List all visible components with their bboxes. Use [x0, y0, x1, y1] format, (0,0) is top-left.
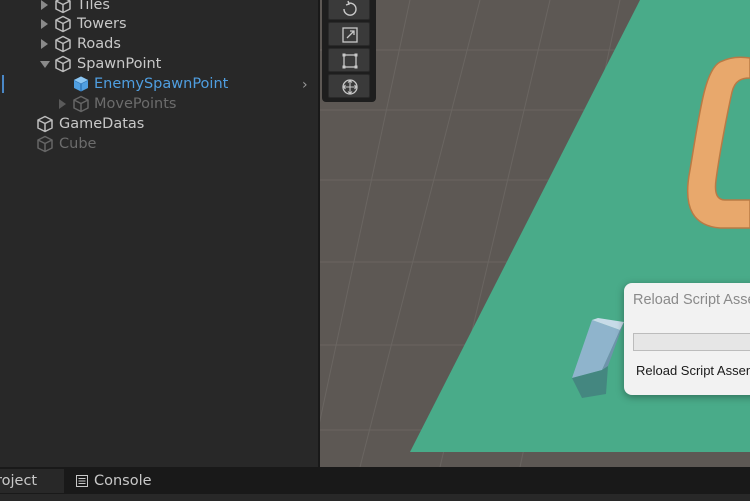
console-icon	[76, 475, 88, 487]
hierarchy-item-label: MovePoints	[94, 96, 177, 112]
gameobject-icon	[37, 115, 53, 133]
bottom-panel-body	[0, 494, 750, 501]
hierarchy-item-label: Tiles	[77, 0, 110, 13]
gameobject-icon	[73, 95, 89, 113]
dialog-status-text: Reload Script Assem	[636, 363, 750, 378]
hierarchy-item-roads[interactable]: Roads	[0, 34, 318, 54]
fold-closed-icon[interactable]	[41, 0, 48, 10]
tab-project-label: roject	[0, 473, 38, 489]
fold-closed-icon[interactable]	[59, 99, 66, 109]
chevron-right-icon[interactable]: ›	[302, 77, 308, 93]
transform-tool-button[interactable]	[328, 74, 370, 98]
hierarchy-item-label: EnemySpawnPoint	[94, 76, 229, 92]
hierarchy-item-movepoints[interactable]: MovePoints	[0, 94, 318, 114]
tab-console[interactable]: Console	[66, 469, 176, 493]
scene-view[interactable]	[320, 0, 750, 467]
transform-icon	[342, 79, 358, 95]
scale-icon	[342, 27, 358, 43]
hierarchy-item-cube[interactable]: Cube	[0, 134, 318, 154]
fold-closed-icon[interactable]	[41, 39, 48, 49]
rect-tool-button[interactable]	[328, 48, 370, 72]
hierarchy-item-label: GameDatas	[59, 116, 145, 132]
gameobject-icon	[55, 35, 71, 53]
gameobject-icon	[55, 15, 71, 33]
scale-tool-button[interactable]	[328, 22, 370, 46]
progress-bar	[633, 333, 750, 351]
gameobject-icon	[55, 0, 71, 14]
hierarchy-panel: Tiles Towers Roads SpawnPoint EnemySpawn…	[0, 0, 318, 467]
fold-closed-icon[interactable]	[41, 19, 48, 29]
hierarchy-item-tiles[interactable]: Tiles	[0, 0, 318, 15]
hierarchy-item-gamedatas[interactable]: GameDatas	[0, 114, 318, 134]
tab-project[interactable]: roject	[0, 469, 64, 493]
rotate-icon	[343, 0, 357, 16]
hierarchy-item-spawnpoint[interactable]: SpawnPoint	[0, 54, 318, 74]
gameobject-icon	[37, 135, 53, 153]
hierarchy-item-towers[interactable]: Towers	[0, 14, 318, 34]
rotate-tool-button[interactable]	[328, 0, 370, 20]
hierarchy-item-label: Cube	[59, 136, 97, 152]
fold-open-icon[interactable]	[40, 61, 50, 68]
prefab-icon	[73, 76, 89, 92]
scene-tool-palette	[322, 0, 376, 102]
hierarchy-item-label: SpawnPoint	[77, 56, 162, 72]
reload-script-dialog: Reload Script Asse Reload Script Assem	[624, 283, 750, 395]
hierarchy-item-label: Roads	[77, 36, 121, 52]
dialog-title: Reload Script Asse	[633, 292, 750, 308]
scene-canvas	[320, 0, 750, 467]
gameobject-icon	[55, 55, 71, 73]
hierarchy-item-label: Towers	[77, 16, 127, 32]
hierarchy-item-enemyspawnpoint[interactable]: EnemySpawnPoint ›	[0, 74, 318, 94]
rect-transform-icon	[342, 53, 358, 69]
tab-console-label: Console	[94, 473, 152, 489]
